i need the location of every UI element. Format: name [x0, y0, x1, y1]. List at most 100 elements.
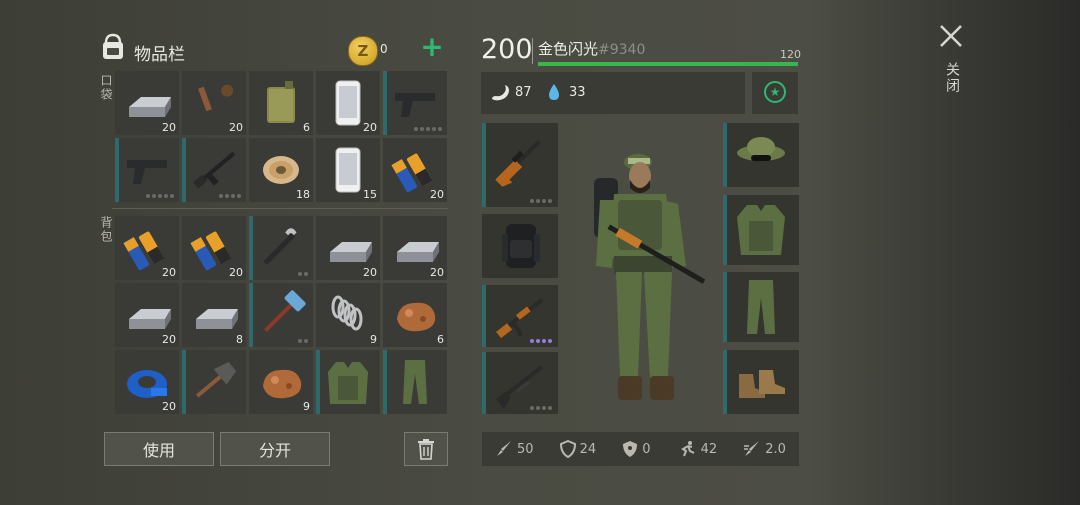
- stat-attack: 50: [517, 441, 534, 457]
- spring-icon: [331, 295, 363, 331]
- item-count: 20: [363, 121, 377, 134]
- durability-bar: [115, 138, 119, 202]
- inventory-title: 物品栏: [134, 45, 185, 65]
- coin-icon: Z: [348, 36, 378, 66]
- crowbar-icon: [263, 228, 297, 265]
- backpack-slot[interactable]: 20: [115, 350, 179, 414]
- jerrycan-icon: [267, 81, 295, 123]
- stomach-icon: [492, 85, 509, 101]
- pocket-slot[interactable]: [115, 138, 179, 202]
- copper-ore-icon: [263, 369, 302, 399]
- backpack-slot[interactable]: [383, 350, 447, 414]
- equip-slot-head[interactable]: [723, 123, 799, 187]
- pocket-slot[interactable]: 20: [316, 71, 380, 135]
- pocket-slot[interactable]: 15: [316, 138, 380, 202]
- player-name-row: 金色闪光#9340: [538, 38, 645, 59]
- backpack-slot[interactable]: 20: [182, 216, 246, 280]
- backpack-slot[interactable]: [182, 350, 246, 414]
- split-button[interactable]: 分开: [220, 432, 330, 466]
- shovel-icon: [195, 361, 237, 398]
- use-button[interactable]: 使用: [104, 432, 214, 466]
- equip-slot-assault-rifle[interactable]: [482, 285, 558, 347]
- star-icon: ★: [764, 81, 786, 103]
- pocket-slot[interactable]: 20: [182, 71, 246, 135]
- trash-icon: [418, 439, 434, 460]
- attack-speed-icon: [744, 441, 760, 456]
- coin-count: 0: [380, 42, 388, 56]
- durability-bar: [182, 350, 186, 414]
- item-count: 20: [430, 188, 444, 201]
- perks-button[interactable]: ★: [752, 72, 798, 114]
- item-count: 20: [229, 121, 243, 134]
- copper-ore-icon: [397, 302, 436, 332]
- equip-slot-legs[interactable]: [723, 272, 799, 342]
- item-count: 8: [236, 333, 243, 346]
- pocket-slot[interactable]: 20: [383, 138, 447, 202]
- iron-ingot-icon: [196, 309, 238, 329]
- stats-bar: 50 24 0 42 2.0: [482, 432, 799, 466]
- boots-icon: [739, 370, 785, 398]
- boonie-hat-icon: [737, 137, 785, 161]
- backpack-slot[interactable]: 20: [316, 216, 380, 280]
- equip-slot-feet[interactable]: [723, 350, 799, 414]
- item-count: 20: [229, 266, 243, 279]
- quality-dots: [219, 194, 241, 198]
- backpack-slot[interactable]: [249, 216, 313, 280]
- durability-bar: [383, 71, 387, 135]
- add-coins-button[interactable]: +: [418, 33, 446, 62]
- vitals-panel: 87 33: [481, 72, 745, 114]
- backpack-slot[interactable]: 9: [249, 350, 313, 414]
- character-model: [570, 138, 730, 413]
- tactical-backpack-icon: [502, 224, 540, 268]
- running-man-icon: [680, 441, 695, 457]
- pistol-icon: [127, 160, 167, 184]
- pocket-slot[interactable]: [383, 71, 447, 135]
- experience-bar: [538, 62, 798, 66]
- item-count: 15: [363, 188, 377, 201]
- pocket-slot[interactable]: 6: [249, 71, 313, 135]
- quality-dots: [298, 272, 308, 276]
- thirst-value: 33: [569, 85, 586, 100]
- player-name: 金色闪光: [538, 40, 599, 58]
- backpack-slot[interactable]: 8: [182, 283, 246, 347]
- max-label: 120: [780, 48, 801, 61]
- backpack-slot[interactable]: 20: [115, 216, 179, 280]
- item-count: 9: [303, 400, 310, 413]
- player-level: 200: [481, 34, 533, 65]
- pocket-slot[interactable]: [182, 138, 246, 202]
- item-count: 6: [303, 121, 310, 134]
- pocket-label: 口袋: [99, 74, 113, 102]
- equip-slot-backpack[interactable]: [482, 214, 558, 278]
- equip-slot-rifle[interactable]: [482, 123, 558, 207]
- backpack-slot[interactable]: [316, 350, 380, 414]
- backpack-label: 背包: [99, 216, 113, 244]
- backpack-slot[interactable]: 6: [383, 283, 447, 347]
- trash-button[interactable]: [404, 432, 448, 466]
- equip-slot-shotgun[interactable]: [482, 352, 558, 414]
- item-count: 18: [296, 188, 310, 201]
- pocket-slot[interactable]: 20: [115, 71, 179, 135]
- durability-bar: [182, 138, 186, 202]
- radiation-shield-icon: [623, 441, 638, 457]
- stat-radiation: 0: [642, 441, 651, 457]
- pants-icon: [403, 360, 427, 404]
- pocket-slot[interactable]: 18: [249, 138, 313, 202]
- item-count: 20: [162, 266, 176, 279]
- durability-bar: [383, 350, 387, 414]
- backpack-slot[interactable]: 20: [383, 216, 447, 280]
- header-separator: [532, 38, 533, 64]
- water-drop-icon: [549, 84, 559, 100]
- equip-slot-body[interactable]: [723, 195, 799, 265]
- close-button[interactable]: 关闭: [932, 22, 970, 102]
- player-tag: #9340: [598, 42, 646, 58]
- backpack-slot[interactable]: 20: [115, 283, 179, 347]
- backpack-slot[interactable]: [249, 283, 313, 347]
- backpack-icon: [98, 31, 128, 61]
- item-count: 20: [162, 333, 176, 346]
- item-count: 20: [162, 400, 176, 413]
- durability-bar: [249, 283, 253, 347]
- quality-dots: [146, 194, 174, 198]
- durability-bar: [249, 216, 253, 280]
- backpack-slot[interactable]: 9: [316, 283, 380, 347]
- experience-fill: [538, 62, 798, 66]
